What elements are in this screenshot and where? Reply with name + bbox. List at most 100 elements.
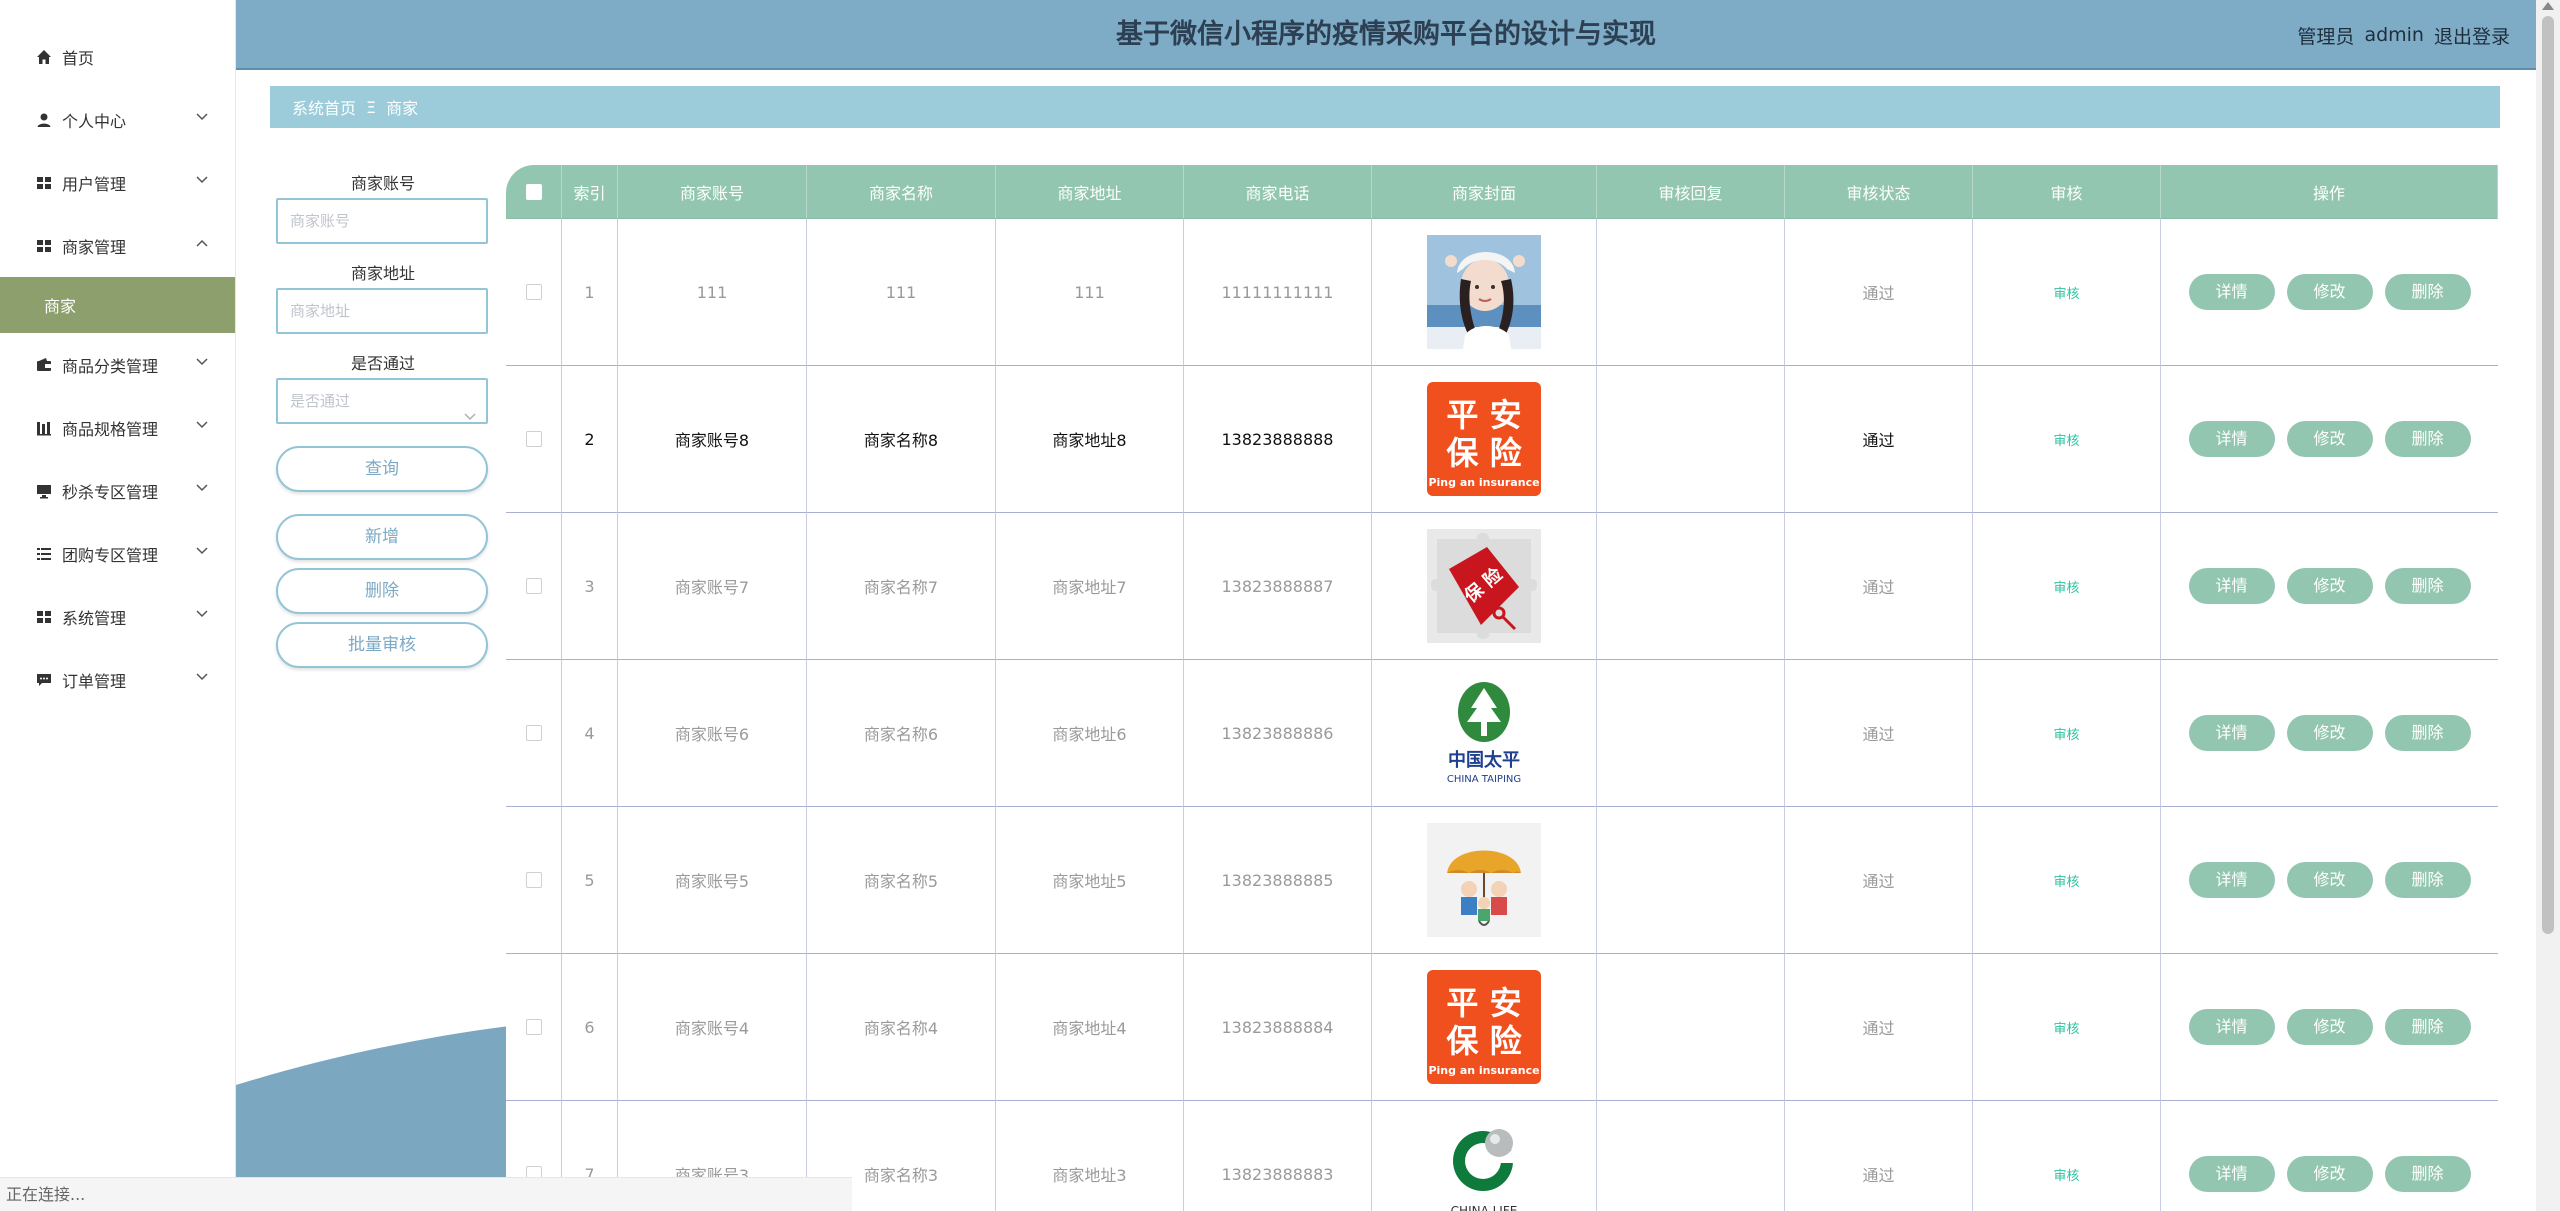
row-checkbox[interactable]: [525, 284, 542, 300]
pass-select[interactable]: 是否通过: [276, 378, 488, 424]
table-row[interactable]: 3 商家账号7 商家名称7 商家地址7 13823888887 保 险 通过 审核 详情 修改 删除: [506, 513, 2536, 660]
edit-button[interactable]: 修改: [2286, 274, 2373, 310]
vertical-scrollbar[interactable]: [2536, 0, 2560, 1211]
list-icon: [34, 544, 54, 564]
cell-account: 111: [618, 219, 807, 366]
sidebar-item-orders[interactable]: 订单管理: [0, 648, 235, 711]
row-checkbox-cell: [506, 219, 562, 366]
edit-button[interactable]: 修改: [2286, 1009, 2373, 1045]
cell-reply: [1597, 219, 1785, 366]
scrollbar-thumb[interactable]: [2542, 16, 2554, 934]
row-delete-button[interactable]: 删除: [2384, 1156, 2471, 1192]
row-delete-button[interactable]: 删除: [2384, 1009, 2471, 1045]
row-checkbox[interactable]: [525, 431, 542, 447]
sidebar-item-users[interactable]: 用户管理: [0, 151, 235, 214]
account-input[interactable]: 商家账号: [276, 198, 488, 244]
audit-link[interactable]: 审核: [2053, 724, 2079, 743]
chevron-up-icon: [195, 236, 209, 250]
girl-photo[interactable]: [1427, 235, 1541, 349]
cell-name: 商家名称5: [807, 807, 996, 954]
row-checkbox[interactable]: [525, 872, 542, 888]
table-row[interactable]: 6 商家账号4 商家名称4 商家地址4 13823888884 平 安保 险 Ping an…: [506, 954, 2536, 1101]
row-checkbox-cell: [506, 954, 562, 1101]
sidebar-item-groupbuy[interactable]: 团购专区管理: [0, 522, 235, 585]
table-row[interactable]: 4 商家账号6 商家名称6 商家地址6 13823888886 中国太平 CHINA TAI…: [506, 660, 2536, 807]
chevron-down-icon: [195, 481, 209, 495]
batch-audit-button[interactable]: 批量审核: [276, 622, 488, 668]
umbrella-family[interactable]: [1427, 823, 1541, 937]
grid-icon: [34, 173, 54, 193]
pingan-logo[interactable]: 平 安保 险 Ping an insurance: [1427, 970, 1541, 1084]
add-button[interactable]: 新增: [276, 514, 488, 560]
sidebar-item-category[interactable]: 商品分类管理: [0, 333, 235, 396]
edit-button[interactable]: 修改: [2286, 421, 2373, 457]
sidebar-item-label: 秒杀专区管理: [62, 482, 159, 502]
detail-button[interactable]: 详情: [2188, 274, 2275, 310]
row-delete-button[interactable]: 删除: [2384, 715, 2471, 751]
detail-button[interactable]: 详情: [2188, 568, 2275, 604]
cell-address: 商家地址8: [996, 366, 1184, 513]
address-input[interactable]: 商家地址: [276, 288, 488, 334]
audit-link[interactable]: 审核: [2053, 1165, 2079, 1184]
sidebar-item-home[interactable]: 首页: [0, 25, 235, 88]
detail-button[interactable]: 详情: [2188, 421, 2275, 457]
edit-button[interactable]: 修改: [2286, 1156, 2373, 1192]
cell-account: 商家账号6: [618, 660, 807, 807]
row-actions: 详情 修改 删除: [2188, 1009, 2471, 1045]
account-label: 商家账号: [350, 174, 415, 193]
sidebar-item-profile[interactable]: 个人中心: [0, 88, 235, 151]
sidebar-item-flashsale[interactable]: 秒杀专区管理: [0, 459, 235, 522]
audit-link[interactable]: 审核: [2053, 430, 2079, 449]
edit-button[interactable]: 修改: [2286, 568, 2373, 604]
row-delete-button[interactable]: 删除: [2384, 274, 2471, 310]
chinataiping-logo[interactable]: 中国太平 CHINA TAIPING: [1427, 676, 1541, 790]
merchant-table: 索引 商家账号 商家名称 商家地址 商家电话 商家封面 审核回复 审核状态 审核…: [506, 165, 2536, 1211]
cell-account: 商家账号4: [618, 954, 807, 1101]
sidebar-item-spec[interactable]: 商品规格管理: [0, 396, 235, 459]
select-all-checkbox[interactable]: [525, 183, 542, 200]
chevron-down-icon: [195, 110, 209, 124]
row-checkbox-cell: [506, 513, 562, 660]
breadcrumb-home[interactable]: 系统首页: [292, 95, 356, 119]
search-panel: 商家账号 商家账号 商家地址 商家地址 是否通过 是否通过 查询 新增 删除 批…: [276, 170, 490, 668]
table-row[interactable]: 5 商家账号5 商家名称5 商家地址5 13823888885 通过 审核 详情 修改 删除: [506, 807, 2536, 954]
audit-link[interactable]: 审核: [2053, 577, 2079, 596]
audit-link[interactable]: 审核: [2053, 283, 2079, 302]
row-checkbox[interactable]: [525, 725, 542, 741]
row-checkbox[interactable]: [525, 578, 542, 594]
cell-phone: 11111111111: [1184, 219, 1372, 366]
column-header: 商家账号: [618, 165, 807, 219]
chinalife-logo[interactable]: CHINA LIFE: [1427, 1117, 1541, 1211]
delete-button[interactable]: 删除: [276, 568, 488, 614]
detail-button[interactable]: 详情: [2188, 715, 2275, 751]
edit-button[interactable]: 修改: [2286, 862, 2373, 898]
row-delete-button[interactable]: 删除: [2384, 568, 2471, 604]
bars-icon: [34, 418, 54, 438]
row-checkbox[interactable]: [525, 1019, 542, 1035]
audit-link[interactable]: 审核: [2053, 871, 2079, 890]
pingan-logo[interactable]: 平 安保 险 Ping an insurance: [1427, 382, 1541, 496]
detail-button[interactable]: 详情: [2188, 1009, 2275, 1045]
puzzle-insurance[interactable]: 保 险: [1427, 529, 1541, 643]
cell-audit: 审核: [1973, 660, 2161, 807]
edit-button[interactable]: 修改: [2286, 715, 2373, 751]
table-row[interactable]: 2 商家账号8 商家名称8 商家地址8 13823888888 平 安保 险 Ping an…: [506, 366, 2536, 513]
sidebar-subitem-label: 商家: [44, 297, 77, 316]
logout-link[interactable]: 退出登录: [2434, 22, 2510, 49]
svg-text:CHINA TAIPING: CHINA TAIPING: [1447, 774, 1521, 785]
audit-link[interactable]: 审核: [2053, 1018, 2079, 1037]
row-delete-button[interactable]: 删除: [2384, 862, 2471, 898]
cell-ops: 详情 修改 删除: [2161, 366, 2498, 513]
sidebar-subitem-merchant[interactable]: 商家: [0, 277, 235, 333]
query-button[interactable]: 查询: [276, 446, 488, 492]
table-row[interactable]: 1 111 111 111 11111111111 通过 审核 详情 修改 删除: [506, 219, 2536, 366]
detail-button[interactable]: 详情: [2188, 1156, 2275, 1192]
svg-text:中国太平: 中国太平: [1448, 749, 1520, 771]
row-delete-button[interactable]: 删除: [2384, 421, 2471, 457]
monitor-icon: [34, 481, 54, 501]
sidebar-item-merchants[interactable]: 商家管理: [0, 214, 235, 277]
sidebar-item-system[interactable]: 系统管理: [0, 585, 235, 648]
cell-name: 商家名称8: [807, 366, 996, 513]
scroll-up-icon[interactable]: [2542, 2, 2554, 10]
detail-button[interactable]: 详情: [2188, 862, 2275, 898]
